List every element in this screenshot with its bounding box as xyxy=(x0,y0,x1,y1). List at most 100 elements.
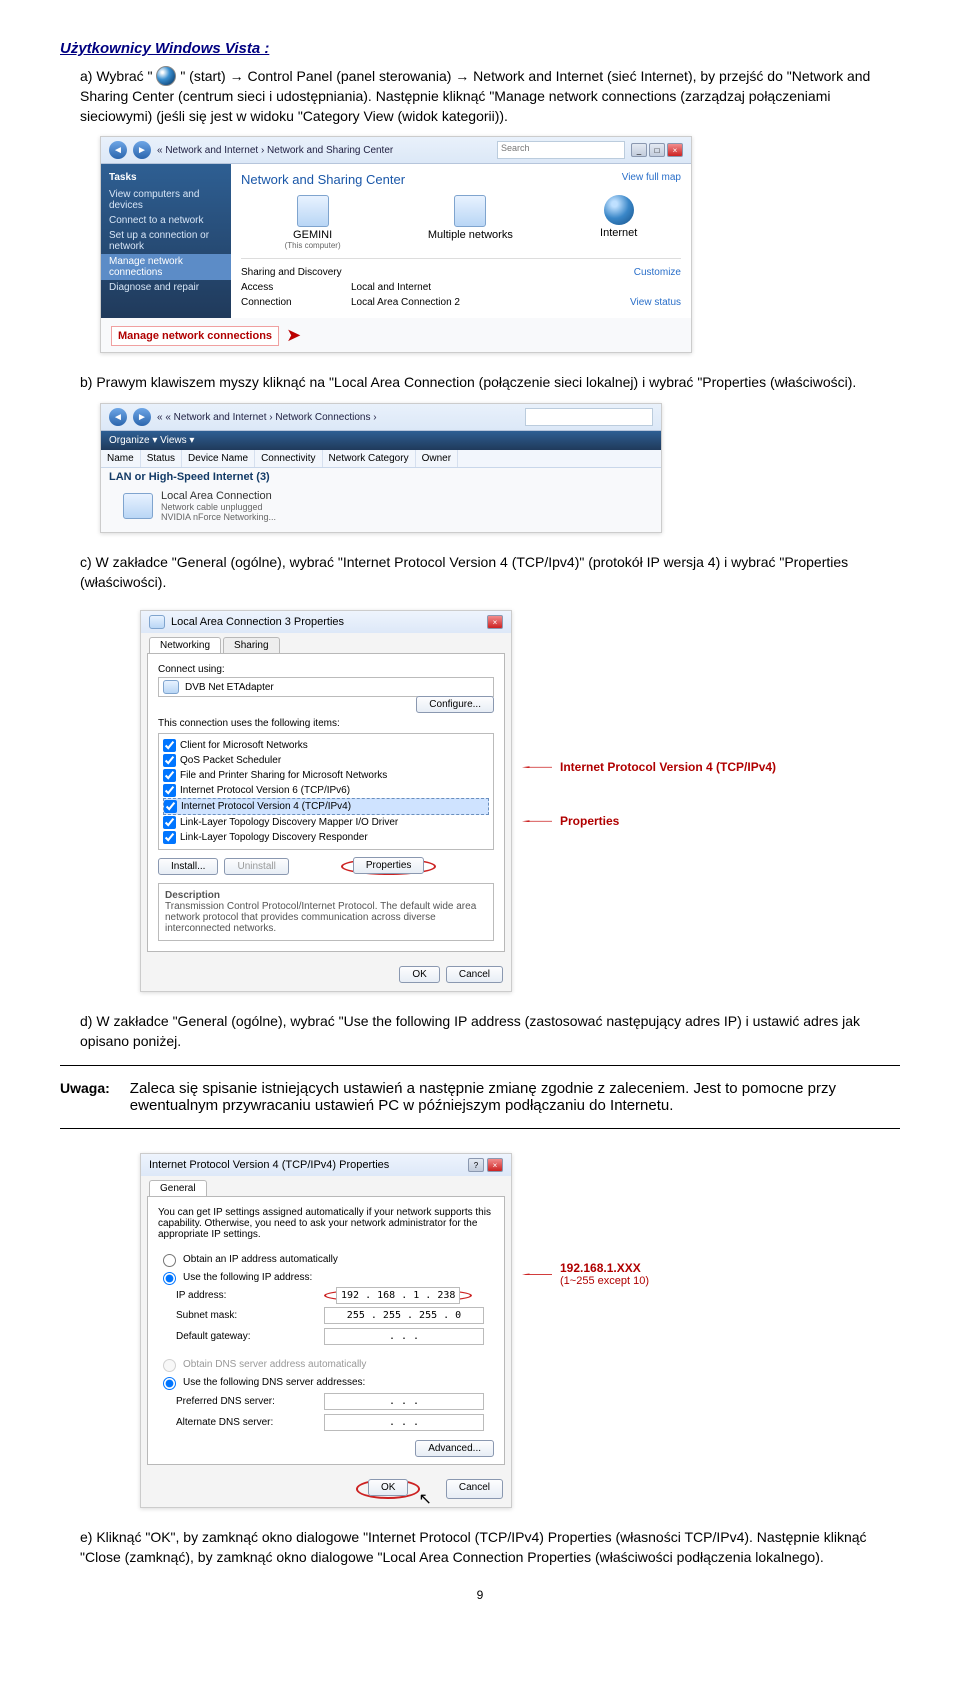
task-manage-connections[interactable]: Manage network connections xyxy=(101,254,231,280)
col-connectivity[interactable]: Connectivity xyxy=(255,450,322,467)
task-view-computers[interactable]: View computers and devices xyxy=(101,187,231,213)
install-button[interactable]: Install... xyxy=(158,858,218,875)
ok-button[interactable]: OK xyxy=(399,966,439,983)
chk-lltd-map[interactable] xyxy=(163,816,176,829)
task-diagnose[interactable]: Diagnose and repair xyxy=(101,280,231,295)
nav-back-icon[interactable]: ◄ xyxy=(109,141,127,159)
page-number: 9 xyxy=(60,1588,900,1602)
nav-back-icon[interactable]: ◄ xyxy=(109,408,127,426)
col-name[interactable]: Name xyxy=(101,450,141,467)
step-a-prefix: a) Wybrać " xyxy=(80,68,153,84)
item-client: Client for Microsoft Networks xyxy=(180,740,308,751)
chk-qos[interactable] xyxy=(163,754,176,767)
intro-text: You can get IP settings assigned automat… xyxy=(158,1207,494,1240)
separator xyxy=(60,1128,900,1129)
step-d: d) W zakładce "General (ogólne), wybrać … xyxy=(80,1012,900,1051)
pref-dns-field[interactable]: . . . xyxy=(324,1393,484,1410)
help-icon[interactable]: ? xyxy=(468,1158,484,1172)
view-status-link[interactable]: View status xyxy=(630,297,681,308)
col-owner[interactable]: Owner xyxy=(416,450,458,467)
screenshot-network-connections: ◄ ► « « Network and Internet › Network C… xyxy=(100,403,662,533)
nav-fwd-icon[interactable]: ► xyxy=(133,141,151,159)
subnet-field[interactable]: 255 . 255 . 255 . 0 xyxy=(324,1307,484,1324)
radio-auto-ip[interactable] xyxy=(163,1254,176,1267)
description-box: Description Transmission Control Protoco… xyxy=(158,883,494,941)
tab-networking[interactable]: Networking xyxy=(149,637,221,653)
search-input[interactable] xyxy=(525,408,653,426)
customize-link[interactable]: Customize xyxy=(634,267,681,278)
uninstall-button: Uninstall xyxy=(224,858,288,875)
section-heading: Użytkownicy Windows Vista : xyxy=(60,40,900,57)
adapter-icon xyxy=(163,680,179,694)
gateway-field[interactable]: . . . xyxy=(324,1328,484,1345)
tab-general[interactable]: General xyxy=(149,1180,207,1196)
row3-b: Local Area Connection 2 xyxy=(351,297,630,308)
red-arrow-icon xyxy=(522,1273,552,1275)
step-a: a) Wybrać " " (start) → Control Panel (p… xyxy=(80,67,900,126)
close-icon[interactable]: × xyxy=(487,615,503,629)
callout-ip-range: (1~255 except 10) xyxy=(560,1275,649,1287)
maximize-icon[interactable]: □ xyxy=(649,143,665,157)
close-icon[interactable]: × xyxy=(487,1158,503,1172)
adapter-name: DVB Net ETAdapter xyxy=(185,682,274,693)
note-text: Zaleca się spisanie istniejących ustawie… xyxy=(130,1080,900,1114)
radio-auto-ip-label: Obtain an IP address automatically xyxy=(183,1254,338,1265)
red-arrow-icon xyxy=(522,766,552,768)
cancel-button[interactable]: Cancel xyxy=(446,1479,503,1499)
radio-manual-ip[interactable] xyxy=(163,1272,176,1285)
separator xyxy=(60,1065,900,1066)
item-qos: QoS Packet Scheduler xyxy=(180,755,281,766)
pref-dns-label: Preferred DNS server: xyxy=(176,1396,316,1407)
nav-fwd-icon[interactable]: ► xyxy=(133,408,151,426)
item-lltd-resp: Link-Layer Topology Discovery Responder xyxy=(180,832,368,843)
dialog-icon xyxy=(149,615,165,629)
close-icon[interactable]: × xyxy=(667,143,683,157)
col-category[interactable]: Network Category xyxy=(323,450,416,467)
cancel-button[interactable]: Cancel xyxy=(446,966,503,983)
main-title: Network and Sharing Center xyxy=(241,172,405,187)
cursor-icon: ↖ xyxy=(418,1489,431,1509)
view-full-map[interactable]: View full map xyxy=(622,172,681,187)
col-status[interactable]: Status xyxy=(141,450,182,467)
breadcrumb[interactable]: « « Network and Internet › Network Conne… xyxy=(157,412,519,423)
toolbar[interactable]: Organize ▾ Views ▾ xyxy=(101,431,661,450)
search-input[interactable]: Search xyxy=(497,141,625,159)
tasks-heading: Tasks xyxy=(101,170,231,187)
chk-fileshare[interactable] xyxy=(163,769,176,782)
row2-a: Access xyxy=(241,282,351,293)
chk-lltd-resp[interactable] xyxy=(163,831,176,844)
properties-button[interactable]: Properties xyxy=(353,857,425,874)
lan-adapter-icon xyxy=(123,493,153,519)
chk-ipv4[interactable] xyxy=(164,800,177,813)
network-label: Multiple networks xyxy=(428,229,513,241)
connection-status: Network cable unplugged xyxy=(161,502,276,512)
item-ipv6: Internet Protocol Version 6 (TCP/IPv6) xyxy=(180,785,350,796)
ip-field[interactable]: 192 . 168 . 1 . 238 xyxy=(336,1287,460,1304)
chk-ipv6[interactable] xyxy=(163,784,176,797)
row2-b: Local and Internet xyxy=(351,282,681,293)
item-fileshare: File and Printer Sharing for Microsoft N… xyxy=(180,770,387,781)
row3-a: Connection xyxy=(241,297,351,308)
configure-button[interactable]: Configure... xyxy=(416,696,494,713)
dialog-title: Internet Protocol Version 4 (TCP/IPv4) P… xyxy=(149,1159,389,1171)
task-setup-connection[interactable]: Set up a connection or network xyxy=(101,228,231,254)
col-device[interactable]: Device Name xyxy=(182,450,255,467)
ok-button[interactable]: OK xyxy=(368,1479,408,1496)
network-icon xyxy=(454,195,486,227)
radio-auto-dns xyxy=(163,1359,176,1372)
callout-ipv4: Internet Protocol Version 4 (TCP/IPv4) xyxy=(560,760,776,774)
computer-sub: (This computer) xyxy=(285,241,341,250)
advanced-button[interactable]: Advanced... xyxy=(415,1440,494,1457)
connection-item[interactable]: Local Area Connection Network cable unpl… xyxy=(101,486,661,532)
desc-heading: Description xyxy=(165,890,487,901)
chk-client[interactable] xyxy=(163,739,176,752)
row1-a: Sharing and Discovery xyxy=(241,267,351,278)
desc-body: Transmission Control Protocol/Internet P… xyxy=(165,901,487,934)
task-connect-network[interactable]: Connect to a network xyxy=(101,213,231,228)
radio-manual-dns[interactable] xyxy=(163,1377,176,1390)
breadcrumb[interactable]: « Network and Internet › Network and Sha… xyxy=(157,145,491,156)
item-ipv4: Internet Protocol Version 4 (TCP/IPv4) xyxy=(181,801,351,812)
alt-dns-field[interactable]: . . . xyxy=(324,1414,484,1431)
tab-sharing[interactable]: Sharing xyxy=(223,637,279,653)
minimize-icon[interactable]: _ xyxy=(631,143,647,157)
